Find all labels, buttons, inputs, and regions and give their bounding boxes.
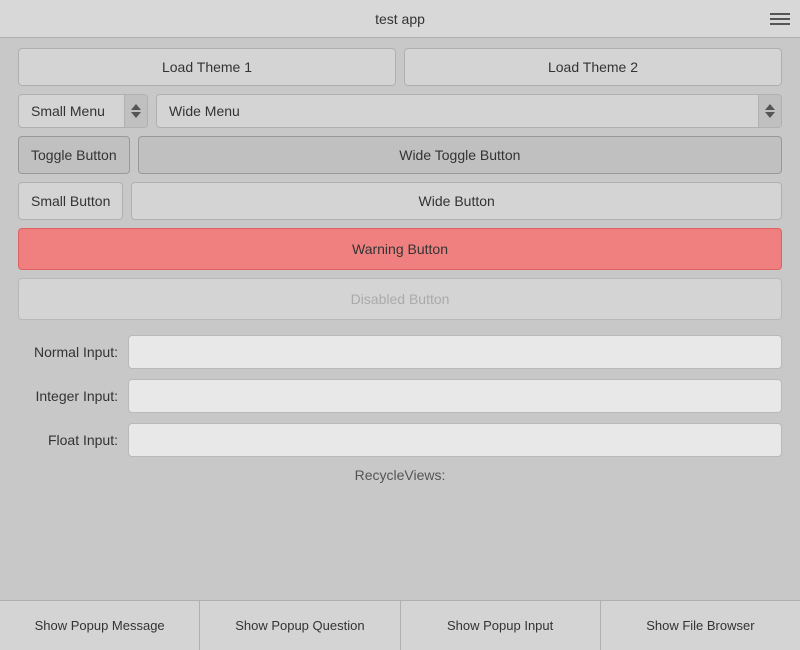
bottom-bar: Show Popup Message Show Popup Question S… [0,600,800,650]
disabled-button: Disabled Button [18,278,782,320]
toggle-button[interactable]: Toggle Button [18,136,130,174]
integer-input-label: Integer Input: [18,388,128,404]
wide-menu-arrow-down[interactable] [765,112,775,118]
main-content: Load Theme 1 Load Theme 2 Small Menu Wid… [0,38,800,503]
show-popup-input-button[interactable]: Show Popup Input [401,601,601,650]
show-popup-message-button[interactable]: Show Popup Message [0,601,200,650]
normal-input-label: Normal Input: [18,344,128,360]
wide-menu-label: Wide Menu [157,95,758,127]
load-theme-2-button[interactable]: Load Theme 2 [404,48,782,86]
wide-menu-arrows[interactable] [758,95,781,127]
show-file-browser-button[interactable]: Show File Browser [601,601,800,650]
theme-buttons-row: Load Theme 1 Load Theme 2 [18,48,782,86]
float-input-label: Float Input: [18,432,128,448]
hamburger-line-2 [770,18,790,20]
app-title: test app [375,11,425,27]
small-wide-row: Small Button Wide Button [18,182,782,220]
hamburger-menu-button[interactable] [770,13,790,25]
small-menu-arrow-up[interactable] [131,104,141,110]
wide-menu-arrow-up[interactable] [765,104,775,110]
small-button[interactable]: Small Button [18,182,123,220]
normal-input-row: Normal Input: [18,335,782,369]
title-bar: test app [0,0,800,38]
hamburger-line-1 [770,13,790,15]
wide-menu-container[interactable]: Wide Menu [156,94,782,128]
small-menu-arrows[interactable] [124,95,147,127]
small-menu-label: Small Menu [19,95,124,127]
float-input-row: Float Input: [18,423,782,457]
float-input[interactable] [128,423,782,457]
wide-toggle-button[interactable]: Wide Toggle Button [138,136,782,174]
wide-button[interactable]: Wide Button [131,182,782,220]
small-menu-container[interactable]: Small Menu [18,94,148,128]
normal-input[interactable] [128,335,782,369]
menu-row: Small Menu Wide Menu [18,94,782,128]
integer-input-row: Integer Input: [18,379,782,413]
small-menu-arrow-down[interactable] [131,112,141,118]
show-popup-question-button[interactable]: Show Popup Question [200,601,400,650]
disabled-section: Disabled Button [18,278,782,320]
load-theme-1-button[interactable]: Load Theme 1 [18,48,396,86]
recycle-views-label: RecycleViews: [18,467,782,483]
toggle-row: Toggle Button Wide Toggle Button [18,136,782,174]
integer-input[interactable] [128,379,782,413]
hamburger-line-3 [770,23,790,25]
warning-section: Warning Button [18,228,782,270]
inputs-section: Normal Input: Integer Input: Float Input… [18,335,782,457]
warning-button[interactable]: Warning Button [18,228,782,270]
